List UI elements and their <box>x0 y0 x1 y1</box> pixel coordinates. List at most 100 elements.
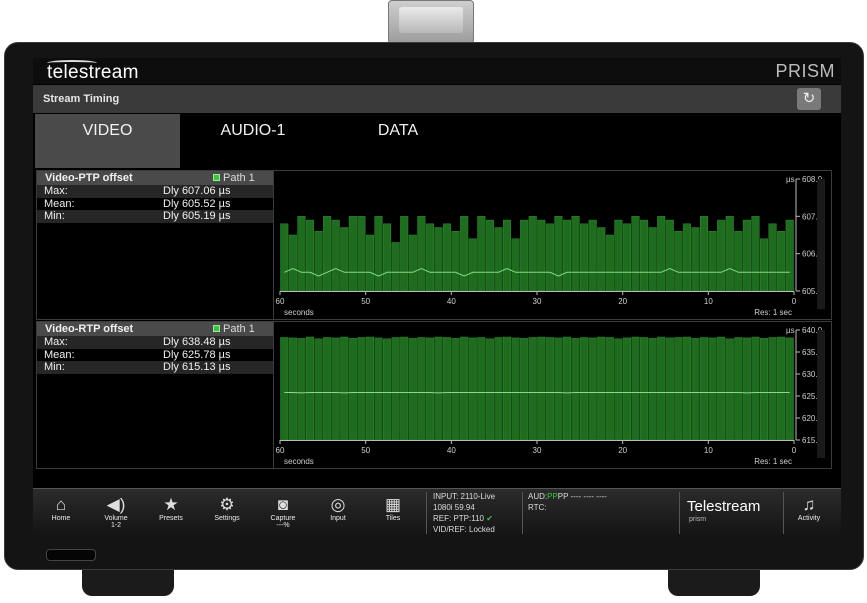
aud-rest: PP ---- ---- ---- <box>557 492 607 501</box>
nav-label: Home <box>51 515 71 522</box>
chart-bar <box>537 219 546 292</box>
aud-pp-green: PP <box>547 492 558 501</box>
chart-bar <box>665 219 674 292</box>
top-bar: telestream PRISM <box>33 58 841 84</box>
chart-bar <box>751 336 760 441</box>
chart-bar <box>700 216 709 292</box>
chart-bar <box>545 337 554 441</box>
x-tick-label: 60 <box>276 297 285 306</box>
path-indicator-icon <box>213 325 220 332</box>
rtp-offset-chart: 640.0 635.0 630.0 625.0 620.0 615.0 µs 60 50 40 30… <box>274 322 831 468</box>
camera-icon: ◙ <box>277 495 289 514</box>
nav-presets-button[interactable]: ★ Presets <box>147 495 195 522</box>
chart-bar <box>665 337 674 441</box>
chart-bar <box>357 216 366 292</box>
tab-audio-1[interactable]: AUDIO-1 <box>193 114 313 168</box>
chart-bar <box>571 216 580 292</box>
chart-bar <box>537 336 546 441</box>
chart-bar <box>777 336 786 441</box>
activity-button[interactable]: ♫ Activity <box>785 495 833 522</box>
stat-value: Dly 607.06 µs <box>163 185 231 197</box>
tab-video[interactable]: VIDEO <box>35 114 180 168</box>
x-tick-label: 50 <box>361 446 370 455</box>
tab-data[interactable]: DATA <box>338 114 458 168</box>
chart-bar <box>468 238 477 292</box>
nav-home-button[interactable]: ⌂ Home <box>37 495 85 522</box>
ref-text: REF: PTP:110 <box>433 514 484 523</box>
ptp-panel-title: Video-PTP offset Path 1 <box>37 171 273 185</box>
chart-bar <box>494 337 503 441</box>
chart-bar <box>717 336 726 441</box>
chart-bar <box>614 219 623 292</box>
ptp-offset-chart: 608.0 607.0 606.0 605.0 µs 60 50 40 30 20 10 0 secon… <box>274 171 831 319</box>
path-selector[interactable]: Path 1 <box>213 322 255 336</box>
scroll-strip <box>817 179 825 309</box>
star-icon: ★ <box>163 495 179 514</box>
x-tick-label: 40 <box>447 297 456 306</box>
reset-button[interactable]: ↻ <box>797 88 821 110</box>
chart-bar <box>288 234 297 292</box>
chart-bar <box>511 337 520 441</box>
chart-bar <box>682 336 691 441</box>
chart-bar <box>323 337 332 441</box>
stat-label: Min: <box>44 210 65 222</box>
x-tick-label: 50 <box>361 297 370 306</box>
x-tick-label: 30 <box>533 446 542 455</box>
chart-bar <box>408 338 417 441</box>
nav-sublabel: 1-2 <box>110 522 122 529</box>
x-tick-label: 10 <box>704 297 713 306</box>
nav-label: Settings <box>214 515 240 522</box>
chart-bar <box>485 338 494 441</box>
nav-label: Presets <box>159 515 183 522</box>
chart-bar <box>520 338 529 441</box>
aud-status: AUD:PPPP ---- ---- ---- <box>528 491 607 502</box>
chart-bar <box>365 336 374 441</box>
chart-bar <box>597 227 606 292</box>
ptp-offset-panel: Video-PTP offset Path 1 Max: Dly 607.06 µ… <box>36 170 832 320</box>
nav-volume-button[interactable]: ◀) Volume 1-2 <box>92 495 140 529</box>
stat-value: Dly 625.78 µs <box>163 348 231 361</box>
stat-label: Mean: <box>44 348 75 361</box>
stat-row-max: Max: Dly 638.48 µs <box>37 336 273 349</box>
nav-capture-button[interactable]: ◙ Capture ---% <box>259 495 307 529</box>
x-tick-label: 10 <box>704 446 713 455</box>
chart-bar <box>759 338 769 441</box>
nav-sublabel: ---% <box>276 522 290 529</box>
path-label: Path 1 <box>223 323 255 335</box>
chart-bar <box>400 216 409 292</box>
chart-bar <box>348 338 357 441</box>
chart-bar <box>280 337 289 441</box>
x-axis-caption: seconds <box>284 308 314 317</box>
chart-bar <box>622 337 631 441</box>
scroll-strip <box>817 330 825 458</box>
nav-label: Input <box>330 515 346 522</box>
chart-bar <box>562 336 572 441</box>
chart-bar <box>365 234 374 292</box>
nav-input-button[interactable]: ◎ Input <box>314 495 362 522</box>
chart-bar <box>725 216 734 292</box>
path-label: Path 1 <box>223 172 255 184</box>
chart-bar <box>434 227 443 292</box>
nav-settings-button[interactable]: ⚙ Settings <box>203 495 251 522</box>
stat-label: Max: <box>44 185 68 197</box>
chart-bar <box>408 234 417 292</box>
divider <box>426 492 427 534</box>
chart-bar <box>314 338 323 441</box>
chart-bar <box>580 223 589 292</box>
chart-bar <box>682 223 691 292</box>
chart-bar <box>785 219 794 292</box>
nav-tiles-button[interactable]: ▦ Tiles <box>369 495 417 522</box>
speaker-icon: ◀) <box>106 495 126 514</box>
nav-label: Volume <box>104 515 128 522</box>
nav-label: Capture <box>270 515 296 522</box>
panel-title-text: Video-PTP offset <box>45 172 133 184</box>
resolution-label: Res: 1 sec <box>754 308 792 317</box>
chart-bar <box>485 219 494 292</box>
chart-bar <box>640 337 649 441</box>
chart-bar <box>305 336 315 441</box>
chart-bar <box>520 219 529 292</box>
chart-bar <box>751 216 760 292</box>
path-selector[interactable]: Path 1 <box>213 171 255 185</box>
rtp-stats: Video-RTP offset Path 1 Max: Dly 638.48 µ… <box>37 322 274 468</box>
stat-row-min: Min: Dly 605.19 µs <box>37 210 273 223</box>
